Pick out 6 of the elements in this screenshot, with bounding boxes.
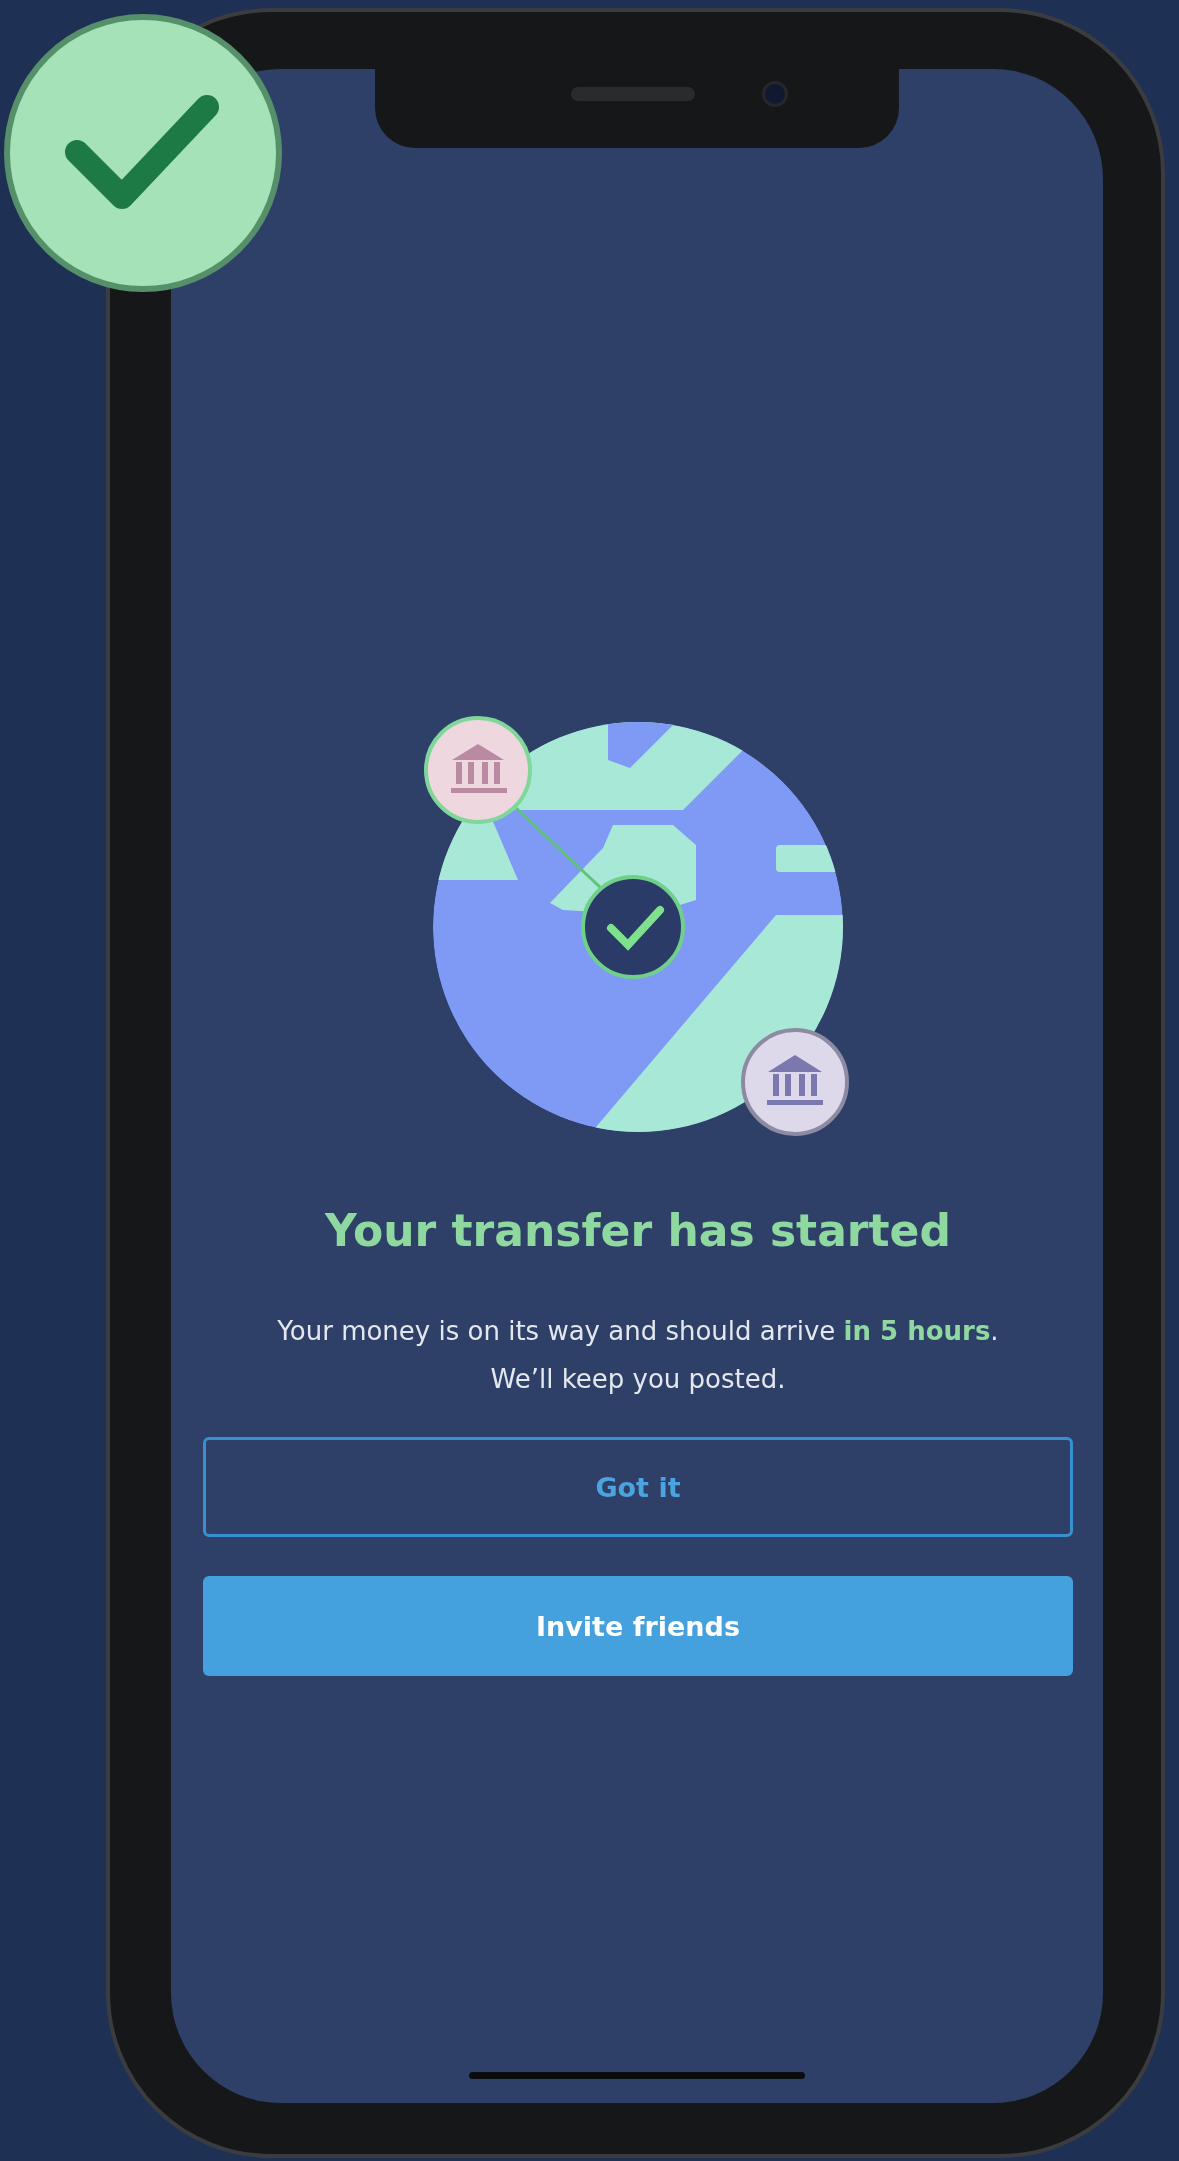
confirm-button[interactable]: Got it bbox=[203, 1437, 1073, 1537]
message-text: We’ll keep you posted. bbox=[490, 1363, 786, 1396]
checkmark-icon bbox=[2, 12, 284, 294]
message-text: Your money is on its way and should arrive in 5 hours. bbox=[277, 1315, 999, 1348]
success-title: Your transfer has started bbox=[325, 1204, 951, 1258]
invite-button[interactable]: Invite friends bbox=[203, 1576, 1073, 1676]
